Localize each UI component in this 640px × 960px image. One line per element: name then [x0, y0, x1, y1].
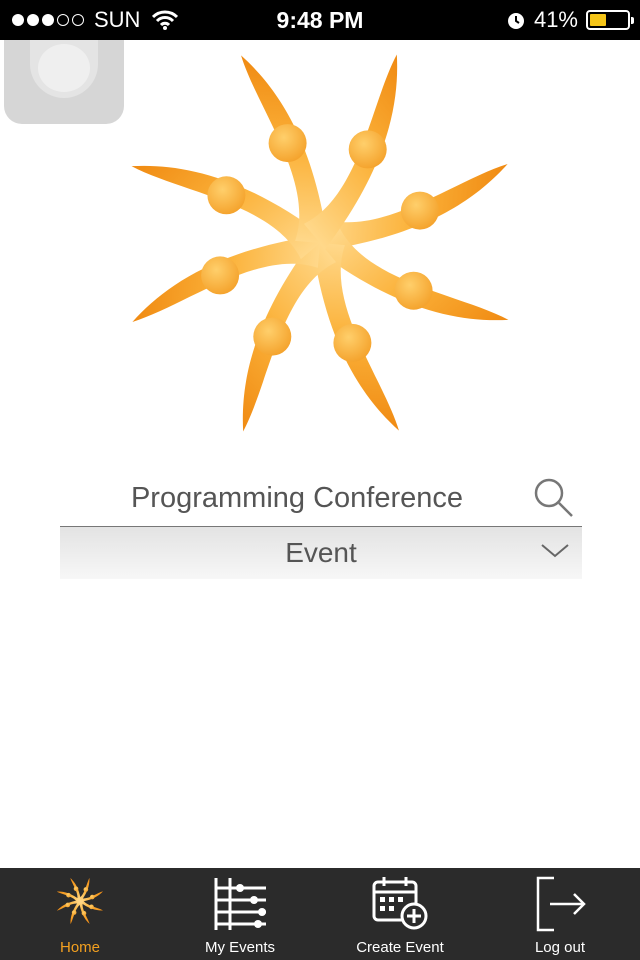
search-button[interactable] [532, 476, 576, 520]
logout-icon [536, 876, 586, 932]
tab-home[interactable]: Home [0, 868, 160, 960]
chevron-down-icon [541, 544, 569, 558]
logo-dot [348, 130, 387, 169]
search-bar [60, 470, 582, 527]
tab-log-out-label: Log out [534, 939, 586, 956]
home-icon-dot [73, 886, 79, 892]
logo-dot [201, 256, 240, 295]
logo-dot [268, 124, 307, 163]
tab-create-event[interactable]: Create Event [320, 868, 480, 960]
battery-percent: 41% [533, 7, 578, 32]
home-icon-dot [89, 904, 94, 910]
logo-dot [394, 271, 433, 310]
status-right: 41% [506, 0, 634, 40]
search-icon [534, 478, 573, 517]
search-input[interactable] [60, 470, 534, 526]
home-icon-dot [66, 892, 71, 898]
sun-logo-icon [56, 877, 104, 925]
tab-log-out[interactable]: Log out [480, 868, 640, 960]
home-icon-dot [71, 910, 77, 915]
tab-home-label: Home [59, 939, 100, 956]
sun-logo [131, 54, 509, 432]
sliders-icon [214, 878, 266, 930]
tab-my-events-label: My Events [204, 939, 276, 956]
bottom-tab-bar: Home My Events Create Event Log out [0, 868, 640, 960]
logo-dot [400, 191, 439, 230]
logo-dot [333, 323, 372, 362]
tab-my-events[interactable]: My Events [160, 868, 320, 960]
tab-create-event-label: Create Event [356, 939, 444, 956]
logo-dot [207, 176, 246, 215]
event-type-dropdown[interactable]: Event [60, 527, 582, 579]
battery-icon [586, 10, 634, 30]
alarm-icon [507, 13, 524, 29]
status-bar: SUN 9:48 PM 41% [0, 0, 640, 40]
logo-dot [253, 317, 292, 356]
event-type-value: Event [285, 537, 357, 568]
home-icon-dot [83, 887, 89, 892]
home-icon-dot [81, 910, 87, 916]
home-icon-dot [89, 894, 95, 900]
home-icon-dot [65, 902, 71, 908]
calendar-add-icon [372, 877, 428, 930]
